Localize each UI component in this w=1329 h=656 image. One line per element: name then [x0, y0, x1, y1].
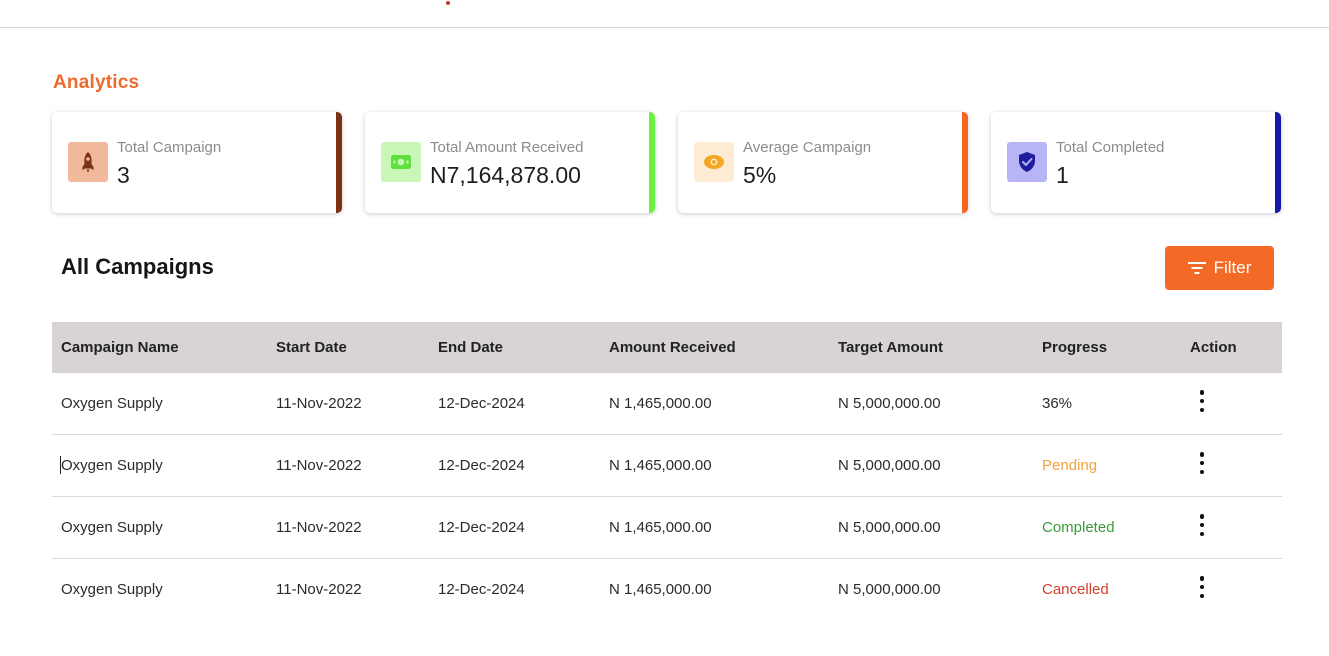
- column-header-amount-received[interactable]: Amount Received: [609, 339, 736, 356]
- cell-end-date: 12-Dec-2024: [438, 581, 525, 598]
- cell-end-date: 12-Dec-2024: [438, 395, 525, 412]
- cell-start-date: 11-Nov-2022: [276, 457, 362, 474]
- cell-start-date: 11-Nov-2022: [276, 519, 362, 536]
- card-total-completed: Total Completed 1: [991, 112, 1281, 213]
- campaigns-table: Campaign Name Start Date End Date Amount…: [52, 322, 1282, 620]
- cell-end-date: 12-Dec-2024: [438, 457, 525, 474]
- card-total-amount: Total Amount Received N7,164,878.00: [365, 112, 655, 213]
- card-accent-bar: [336, 112, 342, 213]
- cell-target-amount: N 5,000,000.00: [838, 581, 941, 598]
- rocket-icon: [82, 152, 94, 173]
- column-header-end-date[interactable]: End Date: [438, 339, 503, 356]
- cell-progress-status: Pending: [1042, 457, 1098, 474]
- card-label: Total Amount Received: [430, 139, 584, 156]
- cell-target-amount: N 5,000,000.00: [838, 457, 941, 474]
- analytics-title: Analytics: [53, 72, 140, 93]
- column-header-progress[interactable]: Progress: [1042, 339, 1107, 356]
- cell-campaign-name: Oxygen Supply: [61, 457, 163, 474]
- more-actions-icon[interactable]: [1195, 514, 1209, 536]
- cell-campaign-name: Oxygen Supply: [61, 581, 163, 598]
- notification-dot: [446, 1, 450, 5]
- card-value: N7,164,878.00: [430, 162, 581, 188]
- table-header: Campaign Name Start Date End Date Amount…: [52, 322, 1282, 373]
- card-label: Total Completed: [1056, 139, 1165, 156]
- cell-amount-received: N 1,465,000.00: [609, 457, 712, 474]
- cell-start-date: 11-Nov-2022: [276, 581, 362, 598]
- cell-progress-status: Cancelled: [1042, 581, 1109, 598]
- cell-progress: 36%: [1042, 395, 1073, 412]
- analytics-cards: Total Campaign 3 Total Amount Received N…: [52, 112, 1283, 213]
- cell-amount-received: N 1,465,000.00: [609, 395, 712, 412]
- card-accent-bar: [649, 112, 655, 213]
- all-campaigns-title: All Campaigns: [61, 254, 214, 279]
- filter-icon: [1187, 262, 1206, 274]
- top-bar: [0, 0, 1329, 28]
- cell-amount-received: N 1,465,000.00: [609, 581, 712, 598]
- filter-button[interactable]: Filter: [1165, 246, 1274, 290]
- card-value: 5%: [743, 162, 777, 188]
- filter-label: Filter: [1213, 258, 1252, 277]
- cell-campaign-name: Oxygen Supply: [61, 519, 163, 536]
- more-actions-icon[interactable]: [1195, 452, 1209, 474]
- table-row[interactable]: Oxygen Supply 11-Nov-2022 12-Dec-2024 N …: [52, 373, 1282, 435]
- column-header-action: Action: [1190, 339, 1237, 356]
- card-accent-bar: [1275, 112, 1281, 213]
- table-row[interactable]: Oxygen Supply 11-Nov-2022 12-Dec-2024 N …: [52, 497, 1282, 559]
- card-accent-bar: [962, 112, 968, 213]
- table-row[interactable]: Oxygen Supply 11-Nov-2022 12-Dec-2024 N …: [52, 435, 1282, 497]
- card-label: Average Campaign: [743, 139, 872, 156]
- cell-start-date: 11-Nov-2022: [276, 395, 362, 412]
- shield-check-icon: [1019, 152, 1035, 172]
- cell-campaign-name: Oxygen Supply: [61, 395, 163, 412]
- column-header-target-amount[interactable]: Target Amount: [838, 339, 943, 356]
- cell-end-date: 12-Dec-2024: [438, 519, 525, 536]
- more-actions-icon[interactable]: [1195, 576, 1209, 598]
- cell-amount-received: N 1,465,000.00: [609, 519, 712, 536]
- card-average-campaign: Average Campaign 5%: [678, 112, 968, 213]
- column-header-start-date[interactable]: Start Date: [276, 339, 347, 356]
- cell-target-amount: N 5,000,000.00: [838, 395, 941, 412]
- eye-icon: [704, 155, 724, 169]
- card-value: 1: [1056, 162, 1069, 188]
- cell-progress-status: Completed: [1042, 519, 1115, 536]
- card-icon-box: [694, 142, 734, 182]
- card-value: 3: [117, 162, 130, 188]
- card-icon-box: [1007, 142, 1047, 182]
- table-row[interactable]: Oxygen Supply 11-Nov-2022 12-Dec-2024 N …: [52, 559, 1282, 620]
- money-icon: [391, 155, 411, 169]
- card-icon-box: [68, 142, 108, 182]
- more-actions-icon[interactable]: [1195, 390, 1209, 412]
- cell-target-amount: N 5,000,000.00: [838, 519, 941, 536]
- card-label: Total Campaign: [117, 139, 222, 156]
- column-header-campaign-name[interactable]: Campaign Name: [61, 339, 179, 356]
- card-total-campaign: Total Campaign 3: [52, 112, 342, 213]
- card-icon-box: [381, 142, 421, 182]
